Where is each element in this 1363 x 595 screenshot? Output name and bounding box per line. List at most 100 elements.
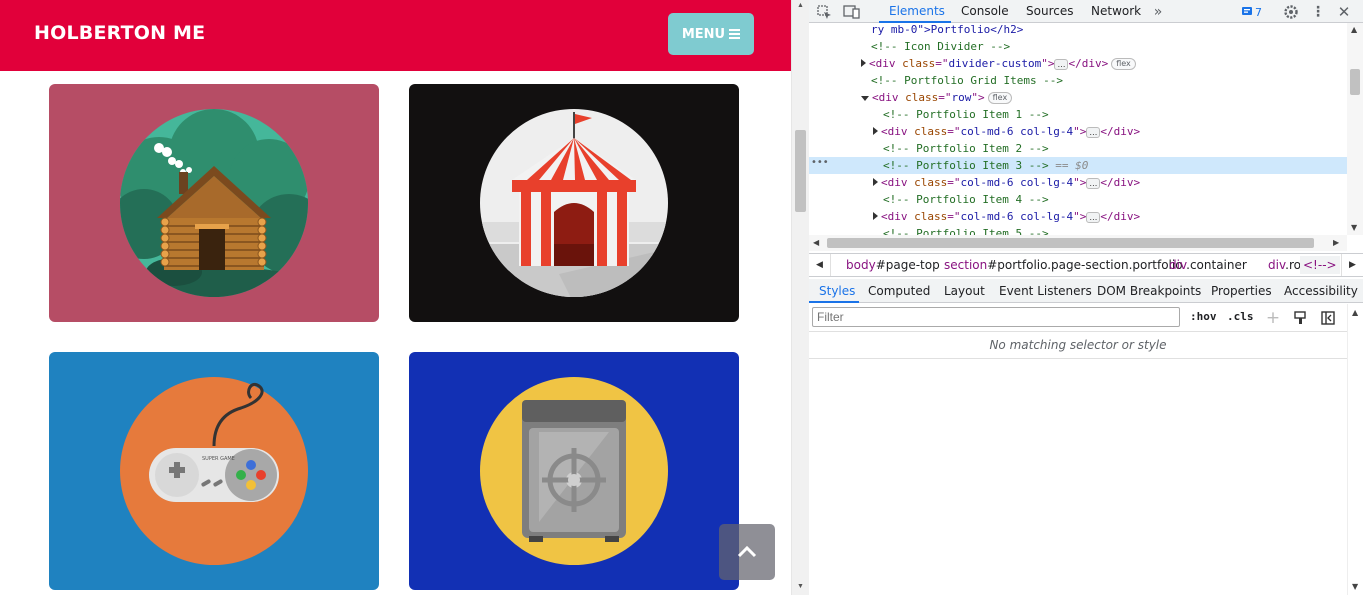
tab-dom-breakpoints[interactable]: DOM Breakpoints [1097,284,1201,298]
dom-node-partial[interactable]: ry mb-0">Portfolio</h2> [871,23,1023,38]
attr-value: col-md-6 col-lg-4 [960,125,1074,138]
breadcrumb-item-section[interactable]: section#portfolio.page-section.portfolio [944,258,1183,272]
dom-comment[interactable]: <!-- Icon Divider --> [871,38,1010,55]
tag-name: div [887,125,908,138]
scroll-to-top-button[interactable] [719,524,775,580]
inspect-element-icon[interactable] [815,3,833,21]
tab-sources[interactable]: Sources [1026,4,1073,18]
dom-node-row[interactable]: <div class="row"> flex [861,89,1013,106]
tab-console[interactable]: Console [961,4,1009,18]
attr-name: class [914,210,948,223]
tab-properties[interactable]: Properties [1211,284,1272,298]
page-scrollbar[interactable]: ▲ ▼ [791,0,809,595]
hamburger-icon [729,29,741,39]
scroll-up-arrow-icon[interactable]: ▲ [1352,308,1358,317]
expand-triangle-icon[interactable] [873,127,878,135]
dom-text: ry mb-0">Portfolio</h2> [871,23,1024,36]
page-scrollbar-thumb[interactable] [795,130,806,212]
tab-styles[interactable]: Styles [819,284,855,298]
chevron-up-icon [737,546,757,558]
dom-node-col[interactable]: <div class="col-md-6 col-lg-4">… </div> [873,208,1140,225]
flex-badge[interactable]: flex [987,92,1013,104]
dom-tree-horizontal-scrollbar[interactable]: ◀ ▶ [809,235,1347,251]
navbar: HOLBERTON ME MENU [0,0,791,71]
attr-value: divider-custom [948,57,1042,70]
tab-event-listeners[interactable]: Event Listeners [999,284,1092,298]
dom-node-col[interactable]: <div class="col-md-6 col-lg-4">… </div> [873,174,1140,191]
brand-logo[interactable]: HOLBERTON ME [34,22,205,44]
styles-divider [809,358,1347,359]
dom-node-divider[interactable]: <div class="divider-custom">… </div> flex [861,55,1136,72]
breadcrumb-item-comment[interactable]: <!--> [1300,256,1340,274]
portfolio-item-game[interactable]: SUPER GAME [49,352,379,590]
dom-tree[interactable]: ry mb-0">Portfolio</h2> <!-- Icon Divide… [809,23,1347,235]
breadcrumb-item-container[interactable]: div.container [1169,258,1247,272]
dom-node-selected[interactable]: ••• <!-- Portfolio Item 3 --> == $0 [809,157,1347,174]
dom-node-col[interactable]: <div class="col-md-6 col-lg-4">… </div> [873,123,1140,140]
tab-elements[interactable]: Elements [889,4,945,18]
breadcrumb-right-arrow-icon[interactable]: ▶ [1341,254,1363,276]
scroll-down-arrow-icon[interactable]: ▼ [1352,582,1358,591]
safe-icon [409,352,739,590]
portfolio-item-safe[interactable] [409,352,739,590]
expand-triangle-icon[interactable] [861,59,866,67]
add-style-rule-icon[interactable]: + [1264,308,1282,328]
ellipsis-button[interactable]: … [1054,58,1069,70]
tab-layout[interactable]: Layout [944,284,985,298]
issues-badge[interactable]: 7 [1239,3,1265,21]
dom-comment[interactable]: <!-- Portfolio Item 4 --> [883,191,1049,208]
breadcrumb-item-body[interactable]: body#page-top [846,258,940,272]
menu-label: MENU [681,26,726,42]
styles-vertical-scrollbar[interactable]: ▲ ▼ [1347,304,1363,595]
dom-comment[interactable]: <!-- Portfolio Item 2 --> [883,140,1049,157]
scroll-left-arrow-icon[interactable]: ◀ [813,238,819,247]
dom-tree-scrollbar-thumb[interactable] [1350,69,1360,95]
more-tabs-icon[interactable]: » [1149,3,1167,21]
attr-name: class [902,57,936,70]
dom-tree-vertical-scrollbar[interactable]: ▲ ▼ [1347,23,1363,235]
collapse-triangle-icon[interactable] [861,96,869,101]
close-tag-name: div [1113,176,1134,189]
close-icon[interactable]: ✕ [1335,3,1353,21]
kebab-menu-icon[interactable]: ⋮ [1309,3,1327,21]
styles-filter-input[interactable] [812,307,1180,327]
more-actions-dots-icon[interactable]: ••• [811,154,829,171]
dom-tree-hscroll-thumb[interactable] [827,238,1314,248]
paint-brush-icon[interactable] [1291,309,1309,327]
attr-value: row [951,91,972,104]
scroll-down-arrow-icon[interactable]: ▼ [797,583,804,590]
expand-triangle-icon[interactable] [873,212,878,220]
scroll-down-arrow-icon[interactable]: ▼ [1351,223,1357,232]
circus-tent-icon [409,84,739,322]
dom-comment[interactable]: <!-- Portfolio Grid Items --> [871,72,1063,89]
tag-name: div [887,176,908,189]
dom-comment[interactable]: <!-- Portfolio Item 5 --> [883,225,1049,235]
dom-comment[interactable]: <!-- Portfolio Item 1 --> [883,106,1049,123]
tab-network[interactable]: Network [1091,4,1141,18]
hov-toggle[interactable]: :hov [1190,310,1217,323]
ellipsis-button[interactable]: … [1086,126,1101,138]
portfolio-item-circus[interactable] [409,84,739,322]
close-tag-name: div [1113,125,1134,138]
ellipsis-button[interactable]: … [1086,211,1101,223]
device-toolbar-icon[interactable] [843,3,861,21]
tab-computed[interactable]: Computed [868,284,930,298]
comment-text: <!-- Portfolio Item 1 --> [883,108,1049,121]
scroll-up-arrow-icon[interactable]: ▲ [1351,25,1357,34]
cls-toggle[interactable]: .cls [1227,310,1254,323]
scroll-up-arrow-icon[interactable]: ▲ [797,2,804,9]
portfolio-item-cabin[interactable] [49,84,379,322]
tab-accessibility[interactable]: Accessibility [1284,284,1358,298]
flex-badge[interactable]: flex [1111,58,1136,70]
scroll-right-arrow-icon[interactable]: ▶ [1333,238,1339,247]
message-icon [1242,7,1252,15]
comment-text: <!-- Portfolio Item 3 --> [883,159,1049,172]
settings-gear-icon[interactable] [1282,3,1300,21]
toggle-sidebar-icon[interactable] [1319,309,1337,327]
menu-button[interactable]: MENU [668,13,754,55]
selected-node-marker: == $0 [1055,159,1089,172]
expand-triangle-icon[interactable] [873,178,878,186]
breadcrumb-left-arrow-icon[interactable]: ◀ [809,254,831,276]
ellipsis-button[interactable]: … [1086,177,1101,189]
styles-filter-bar: :hov .cls + [809,304,1347,332]
